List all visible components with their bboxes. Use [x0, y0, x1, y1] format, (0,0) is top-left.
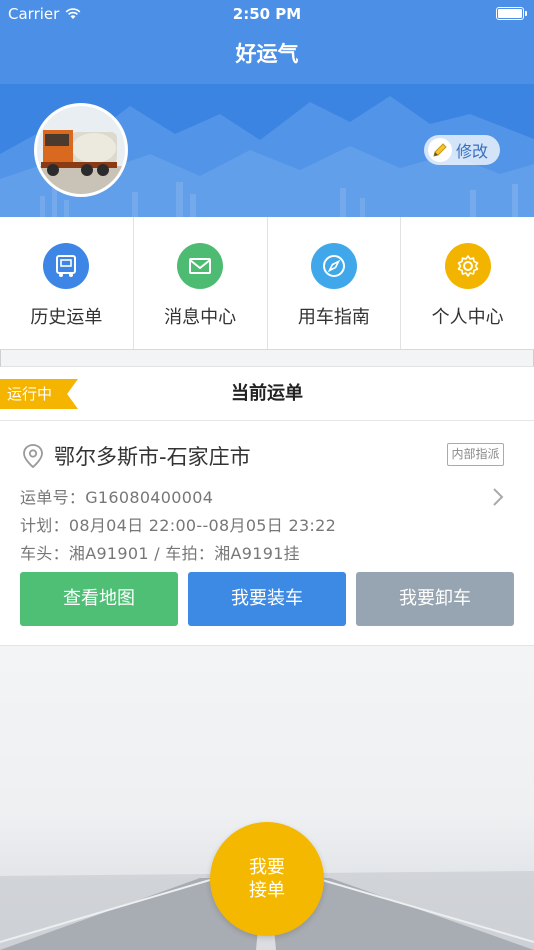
menu-item-user-guide[interactable]: 用车指南: [268, 217, 402, 349]
truck-photo: [37, 106, 125, 194]
order-plan: 计划：08月04日 22:00--08月05日 23:22: [20, 516, 337, 535]
status-bar: Carrier 2:50 PM: [0, 0, 534, 28]
card-header: 运行中 当前运单: [0, 367, 534, 421]
nav-title: 好运气: [0, 28, 534, 84]
compass-icon: [310, 243, 357, 289]
menu-item-message-center[interactable]: 消息中心: [134, 217, 268, 349]
quick-menu: 历史运单 消息中心 用车指南 个人中心: [0, 217, 534, 350]
edit-profile-button[interactable]: 修改: [424, 135, 500, 165]
menu-label: 个人中心: [431, 307, 504, 328]
envelope-icon: [177, 243, 224, 289]
profile-banner: 修改: [0, 84, 534, 217]
route-text: 鄂尔多斯市-石家庄市: [54, 445, 251, 469]
load-button[interactable]: 我要装车: [188, 572, 346, 626]
card-title: 当前运单: [231, 383, 303, 404]
unload-button[interactable]: 我要卸车: [356, 572, 514, 626]
chevron-right-icon[interactable]: [492, 487, 504, 507]
edit-label: 修改: [456, 142, 489, 161]
menu-label: 消息中心: [164, 307, 237, 328]
menu-item-history-orders[interactable]: 历史运单: [0, 217, 134, 349]
section-divider: [0, 350, 534, 367]
order-number: 运单号：G16080400004: [20, 488, 214, 507]
order-vehicle: 车头：湘A91901 / 车拍：湘A9191挂: [20, 544, 300, 563]
truck-icon: [43, 243, 90, 289]
menu-label: 用车指南: [297, 307, 370, 328]
battery-icon: [496, 7, 527, 20]
view-map-button[interactable]: 查看地图: [20, 572, 178, 626]
location-pin-icon: [23, 444, 43, 469]
avatar[interactable]: [34, 103, 128, 197]
accept-line1: 我要: [249, 857, 285, 878]
menu-item-personal-center[interactable]: 个人中心: [401, 217, 534, 349]
pencil-icon: [428, 138, 452, 162]
assignment-badge: 内部指派: [447, 443, 504, 466]
status-badge: 运行中: [0, 379, 78, 409]
current-order-card: 运行中 当前运单 鄂尔多斯市-石家庄市 内部指派 运单号：G1608040000…: [0, 367, 534, 646]
menu-label: 历史运单: [30, 307, 103, 328]
route: 鄂尔多斯市-石家庄市: [22, 441, 251, 471]
gear-icon: [444, 243, 491, 289]
clock: 2:50 PM: [232, 5, 302, 23]
accept-order-button[interactable]: 我要 接单: [210, 822, 324, 936]
accept-line2: 接单: [249, 880, 285, 901]
